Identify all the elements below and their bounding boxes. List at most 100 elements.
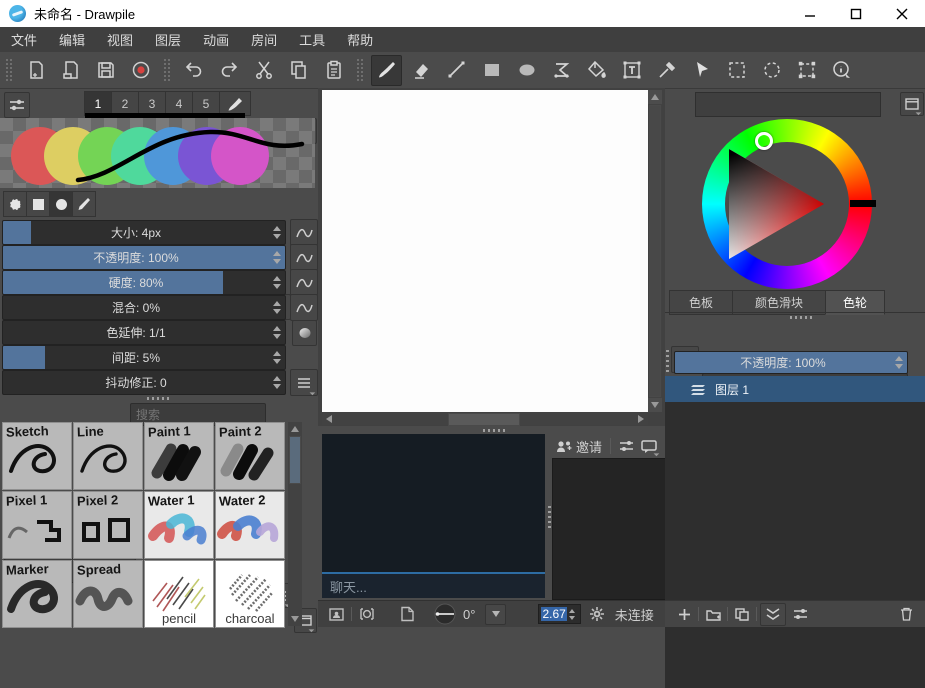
resat-slider[interactable]: 色延伸: 1/1: [2, 320, 286, 345]
canvas-hscrollbar[interactable]: [322, 412, 648, 425]
spinner[interactable]: [270, 371, 283, 394]
undo-button[interactable]: [178, 55, 209, 86]
chat-log[interactable]: [322, 434, 545, 572]
stabilizer-slider[interactable]: 抖动修正: 0: [2, 370, 286, 395]
chat-userlist-splitter[interactable]: [548, 506, 551, 530]
rotation-control[interactable]: 0°: [433, 603, 475, 625]
hsv-triangle[interactable]: [724, 145, 826, 263]
minimize-button[interactable]: [787, 0, 833, 27]
record-button[interactable]: [125, 55, 156, 86]
menu-session[interactable]: 房间: [240, 27, 288, 52]
user-list[interactable]: [552, 458, 666, 600]
laser-pointer-button[interactable]: [686, 55, 717, 86]
spinner[interactable]: [270, 346, 283, 369]
brush-preset-tile[interactable]: Pixel 2: [73, 491, 143, 559]
brush-tool-button[interactable]: [371, 55, 402, 86]
hardness-curve-button[interactable]: [290, 269, 318, 296]
add-group-button[interactable]: [702, 604, 724, 625]
view-settings-button[interactable]: [589, 606, 605, 622]
brush-preset-tile[interactable]: Paint 1: [144, 422, 214, 490]
toolbar-grip[interactable]: [6, 59, 12, 81]
layer-opacity-slider[interactable]: 不透明度: 100%: [674, 351, 908, 374]
ellipse-tool-button[interactable]: [511, 55, 542, 86]
shape-fuzzy-round-button[interactable]: [3, 191, 27, 217]
brush-preset-tile[interactable]: Water 1: [144, 491, 214, 559]
menu-edit[interactable]: 编辑: [48, 27, 96, 52]
brush-preview[interactable]: [0, 118, 315, 188]
invite-button[interactable]: 邀请: [552, 437, 606, 456]
preset-grid-scrollbar[interactable]: [288, 422, 302, 626]
chat-window-button[interactable]: [637, 436, 661, 456]
new-file-button[interactable]: [20, 55, 51, 86]
spacing-slider[interactable]: 间距: 5%: [2, 345, 286, 370]
save-button[interactable]: [90, 55, 121, 86]
shape-square-button[interactable]: [26, 191, 50, 217]
menu-tools[interactable]: 工具: [288, 27, 336, 52]
dock-splitter-handle[interactable]: [790, 316, 814, 319]
duplicate-layer-button[interactable]: [731, 604, 753, 625]
brush-preset-tile[interactable]: Pixel 1: [2, 491, 72, 559]
brush-preset-tile[interactable]: Sketch: [2, 422, 72, 490]
rectangle-tool-button[interactable]: [476, 55, 507, 86]
shape-soft-button[interactable]: [72, 191, 96, 217]
chat-splitter-handle[interactable]: [483, 429, 507, 432]
brush-preset-tile[interactable]: Water 2: [215, 491, 285, 559]
smudging-slider[interactable]: 混合: 0%: [2, 295, 286, 320]
layer-list[interactable]: 图层 1: [665, 376, 925, 688]
open-file-button[interactable]: [55, 55, 86, 86]
shape-round-button[interactable]: [49, 191, 73, 217]
close-button[interactable]: [879, 0, 925, 27]
spinner[interactable]: [270, 296, 283, 319]
brush-preset-tile[interactable]: pencil: [144, 560, 214, 628]
copy-button[interactable]: [283, 55, 314, 86]
paste-button[interactable]: [318, 55, 349, 86]
cut-button[interactable]: [248, 55, 279, 86]
spinner[interactable]: [270, 321, 283, 344]
layer-properties-button[interactable]: [789, 604, 811, 625]
lasso-select-button[interactable]: [756, 55, 787, 86]
brush-settings-toggle-button[interactable]: [4, 92, 30, 118]
add-layer-button[interactable]: [673, 604, 695, 625]
canvas-vscrollbar[interactable]: [648, 90, 662, 412]
menu-animation[interactable]: 动画: [192, 27, 240, 52]
spinner[interactable]: [270, 271, 283, 294]
chat-input[interactable]: 聊天...: [322, 572, 545, 598]
color-wheel[interactable]: [702, 119, 872, 289]
fill-tool-button[interactable]: [581, 55, 612, 86]
size-curve-button[interactable]: [290, 219, 318, 246]
hue-selector[interactable]: [755, 132, 773, 150]
brush-preset-tile[interactable]: Paint 2: [215, 422, 285, 490]
delete-layer-button[interactable]: [895, 604, 917, 625]
toolbar-grip[interactable]: [164, 59, 170, 81]
page-status-button[interactable]: [400, 606, 415, 622]
canvas[interactable]: [322, 90, 648, 412]
zoom-spinner[interactable]: [567, 609, 578, 620]
menu-help[interactable]: 帮助: [336, 27, 384, 52]
toolbar-grip[interactable]: [357, 59, 363, 81]
menu-file[interactable]: 文件: [0, 27, 48, 52]
transform-button[interactable]: [791, 55, 822, 86]
redo-button[interactable]: [213, 55, 244, 86]
zoom-spinbox[interactable]: 2.67: [538, 604, 580, 624]
eraser-tool-button[interactable]: [406, 55, 437, 86]
brush-preset-tile[interactable]: Line: [73, 422, 143, 490]
brush-preset-tile[interactable]: charcoal: [215, 560, 285, 628]
stabilizer-menu-button[interactable]: [290, 369, 318, 396]
brush-preset-tile[interactable]: Marker: [2, 560, 72, 628]
spinner[interactable]: [892, 352, 905, 373]
picker-tool-button[interactable]: [651, 55, 682, 86]
color-name-input[interactable]: [695, 92, 881, 117]
tablet-status-button[interactable]: [358, 607, 376, 621]
smudge-mode-button[interactable]: [292, 320, 317, 346]
maximize-button[interactable]: [833, 0, 879, 27]
hardness-slider[interactable]: 硬度: 80%: [2, 270, 286, 295]
spinner[interactable]: [270, 246, 283, 269]
menu-layer[interactable]: 图层: [144, 27, 192, 52]
session-settings-button[interactable]: [615, 436, 637, 456]
smudging-curve-button[interactable]: [290, 294, 318, 321]
brush-size-slider[interactable]: 大小: 4px: [2, 220, 286, 245]
session-status-button[interactable]: [328, 607, 345, 622]
layer-row[interactable]: 图层 1: [665, 376, 925, 402]
text-tool-button[interactable]: [616, 55, 647, 86]
inspect-button[interactable]: [826, 55, 857, 86]
